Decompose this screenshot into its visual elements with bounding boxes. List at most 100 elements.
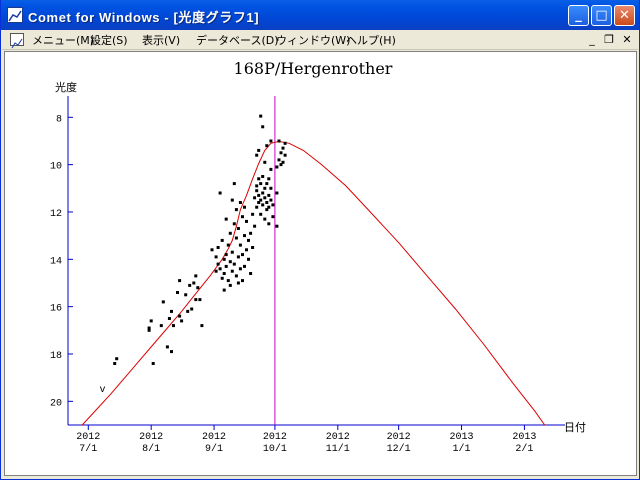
observation-point xyxy=(243,264,246,268)
observation-point xyxy=(228,283,232,287)
observation-point xyxy=(267,205,271,209)
observation-point xyxy=(159,324,163,328)
observation-point xyxy=(113,362,117,365)
x-tick-date: 9/1 xyxy=(205,443,223,455)
observation-point xyxy=(238,267,242,271)
observation-point xyxy=(271,203,275,207)
observation-point xyxy=(236,227,240,230)
observation-point xyxy=(259,182,263,186)
document-chart-icon[interactable] xyxy=(10,33,24,49)
observation-point xyxy=(236,281,240,285)
x-tick-year: 2013 xyxy=(512,432,536,443)
x-tick-date: 2/1 xyxy=(515,443,533,455)
x-tick-date: 1/1 xyxy=(453,443,471,455)
observation-point xyxy=(178,279,182,283)
observation-point xyxy=(249,272,253,275)
maximize-button[interactable]: □ xyxy=(591,5,612,26)
x-tick-year: 2012 xyxy=(202,432,226,443)
observation-point xyxy=(220,238,224,242)
y-tick-label: 18 xyxy=(50,351,62,362)
observation-point xyxy=(115,357,119,361)
observation-point xyxy=(257,193,261,197)
y-tick-label: 20 xyxy=(50,398,62,409)
observation-point xyxy=(277,139,281,143)
observation-point xyxy=(230,269,234,273)
observation-point xyxy=(247,257,250,261)
minimize-button[interactable]: _ xyxy=(568,5,589,26)
observation-point xyxy=(224,217,228,221)
observation-point xyxy=(247,238,250,242)
observation-point xyxy=(279,151,283,155)
observation-point xyxy=(263,160,267,164)
chart-app-icon[interactable] xyxy=(7,7,23,23)
observation-point xyxy=(165,345,169,349)
observation-point xyxy=(218,267,222,271)
observation-point xyxy=(224,253,228,257)
observation-point xyxy=(222,257,226,261)
observation-point xyxy=(265,144,269,148)
observation-point xyxy=(257,148,261,152)
mdi-minimize-button[interactable]: _ xyxy=(584,33,600,47)
observation-point xyxy=(275,224,279,228)
observation-point xyxy=(267,222,271,226)
observation-point xyxy=(226,243,230,247)
x-tick-date: 12/1 xyxy=(387,443,411,455)
x-tick-year: 2012 xyxy=(76,432,100,443)
observation-point xyxy=(277,158,281,162)
observation-point xyxy=(198,298,202,302)
magnitude-chart: 168P/Hergenrother 光度 日付 8 10 12 14 16 18 20 201… xyxy=(50,59,586,455)
mdi-close-button[interactable]: ✕ xyxy=(619,33,635,47)
observation-point xyxy=(263,217,267,221)
observation-point xyxy=(263,186,267,190)
menu-item-view[interactable]: 表示(V) xyxy=(142,32,180,48)
observation-point xyxy=(214,255,218,259)
observation-point xyxy=(243,205,246,209)
chart-title: 168P/Hergenrother xyxy=(234,59,393,78)
x-axis-label: 日付 xyxy=(564,421,586,434)
observation-point xyxy=(275,165,279,169)
menu-item-settings[interactable]: 設定(S) xyxy=(90,32,128,48)
mdi-restore-button[interactable]: ❐ xyxy=(601,33,617,47)
observation-point xyxy=(222,288,226,292)
observation-point xyxy=(230,250,234,254)
observation-point xyxy=(232,222,236,226)
observation-point xyxy=(180,319,184,323)
observation-point xyxy=(269,167,273,171)
observation-point xyxy=(271,215,275,219)
y-tick-label: 10 xyxy=(50,162,62,173)
menu-item-help[interactable]: ヘルプ(H) xyxy=(346,32,396,48)
menu-item-database[interactable]: データベース(D) xyxy=(196,32,279,48)
observation-point xyxy=(151,362,155,365)
close-button[interactable]: ✕ xyxy=(614,5,635,26)
observation-point xyxy=(265,201,269,204)
observation-point xyxy=(245,248,248,252)
observation-point xyxy=(251,246,255,249)
observation-point xyxy=(190,307,194,311)
x-tick-date: 11/1 xyxy=(326,443,350,455)
observation-point xyxy=(259,114,263,118)
x-tick-year: 2012 xyxy=(139,432,163,443)
observation-point xyxy=(222,272,226,275)
observation-point xyxy=(253,196,257,200)
observation-point xyxy=(236,255,240,259)
observation-point xyxy=(188,283,192,287)
menu-item-menu[interactable]: メニュー(M) xyxy=(32,32,94,48)
observation-point xyxy=(170,309,173,313)
app-window: Comet for Windows - [光度グラフ1] _ □ ✕ メニュー(… xyxy=(0,0,640,480)
menu-item-window[interactable]: ウィンドウ(W) xyxy=(276,32,350,48)
observation-point xyxy=(267,193,271,197)
title-bar[interactable]: Comet for Windows - [光度グラフ1] _ □ ✕ xyxy=(1,0,639,30)
observation-point xyxy=(228,260,232,264)
observation-point xyxy=(261,125,265,129)
y-tick-label: 12 xyxy=(50,209,62,220)
observation-point xyxy=(200,324,204,328)
observation-point xyxy=(255,205,259,209)
observation-point xyxy=(263,196,267,200)
observation-point xyxy=(172,324,175,328)
observation-point xyxy=(245,219,248,223)
observation-point xyxy=(184,293,188,297)
observation-point xyxy=(186,309,190,313)
observation-point xyxy=(243,234,246,238)
observation-point xyxy=(220,276,224,280)
observation-point xyxy=(170,350,173,354)
